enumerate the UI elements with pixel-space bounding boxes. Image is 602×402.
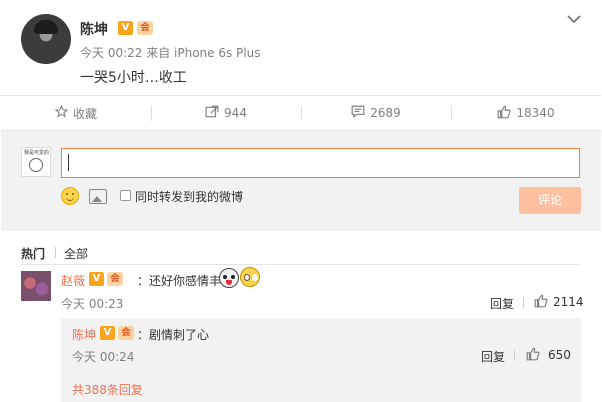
sub-reply-like-count: 650	[548, 348, 571, 362]
repost-checkbox[interactable]	[120, 190, 131, 201]
post-author-name[interactable]: 陈坤	[80, 19, 108, 39]
crying-emoji-icon	[240, 267, 260, 287]
avatar-face-icon	[29, 158, 43, 172]
reply-button[interactable]: 回复	[490, 295, 514, 312]
reply-divider	[514, 350, 515, 361]
sub-reply-author[interactable]: 陈坤	[72, 326, 96, 343]
sub-reply-text: ：剧情刺了心	[137, 328, 210, 342]
comment-like-count: 2114	[553, 295, 584, 309]
repost-icon	[205, 105, 219, 121]
text-caret	[68, 154, 69, 171]
tabs-underline	[21, 264, 581, 265]
image-upload-icon[interactable]	[89, 189, 107, 204]
comment-compose-panel	[1, 131, 601, 231]
comment-time: 今天 00:23	[61, 297, 124, 311]
comment-author[interactable]: 赵薇	[61, 272, 85, 289]
chevron-down-icon[interactable]	[566, 12, 582, 28]
like-button[interactable]: 18340	[451, 96, 601, 130]
tab-divider	[55, 247, 56, 258]
post-text: 一哭5小时…收工	[80, 70, 187, 86]
verified-badge-icon: V	[118, 21, 133, 35]
favorite-button[interactable]: 收藏	[1, 96, 151, 130]
tab-hot[interactable]: 热门	[21, 245, 45, 262]
tab-all[interactable]: 全部	[64, 245, 88, 262]
verified-badge-icon: V	[89, 272, 104, 286]
sub-reply-time: 今天 00:24	[72, 350, 135, 364]
repost-checkbox-label[interactable]: 同时转发到我的微博	[135, 188, 243, 205]
post-action-bar: 收藏 944 2689 18340	[1, 95, 601, 131]
post-meta: 今天 00:22 来自 iPhone 6s Plus	[80, 46, 261, 60]
author-avatar[interactable]	[21, 14, 71, 64]
commenter-avatar[interactable]	[21, 271, 51, 301]
comment-icon	[351, 105, 365, 121]
thumbs-up-icon[interactable]	[534, 294, 548, 308]
reply-divider	[523, 297, 524, 308]
avatar-text: 我是可爱的	[24, 150, 50, 156]
submit-comment-button[interactable]: 评论	[519, 187, 581, 214]
vip-badge-icon: 会	[137, 21, 153, 35]
more-replies-link[interactable]: 共388条回复	[72, 381, 143, 398]
tongue-emoji-icon	[219, 268, 239, 288]
thumbs-up-icon	[497, 105, 511, 122]
star-icon	[54, 104, 69, 121]
comment-count: 2689	[370, 106, 401, 120]
like-count: 18340	[516, 106, 555, 120]
vip-badge-icon: 会	[107, 272, 123, 286]
verified-badge-icon: V	[100, 326, 115, 340]
comment-input[interactable]	[61, 148, 580, 178]
emoji-picker-icon[interactable]	[61, 187, 79, 205]
thumbs-up-icon[interactable]	[526, 347, 540, 361]
favorite-label: 收藏	[72, 106, 97, 121]
repost-button[interactable]: 944	[151, 96, 301, 130]
vip-badge-icon: 会	[118, 326, 134, 340]
sub-reply-button[interactable]: 回复	[481, 348, 505, 365]
current-user-avatar: 我是可爱的	[21, 147, 51, 177]
comment-button[interactable]: 2689	[301, 96, 451, 130]
repost-count: 944	[224, 106, 247, 120]
